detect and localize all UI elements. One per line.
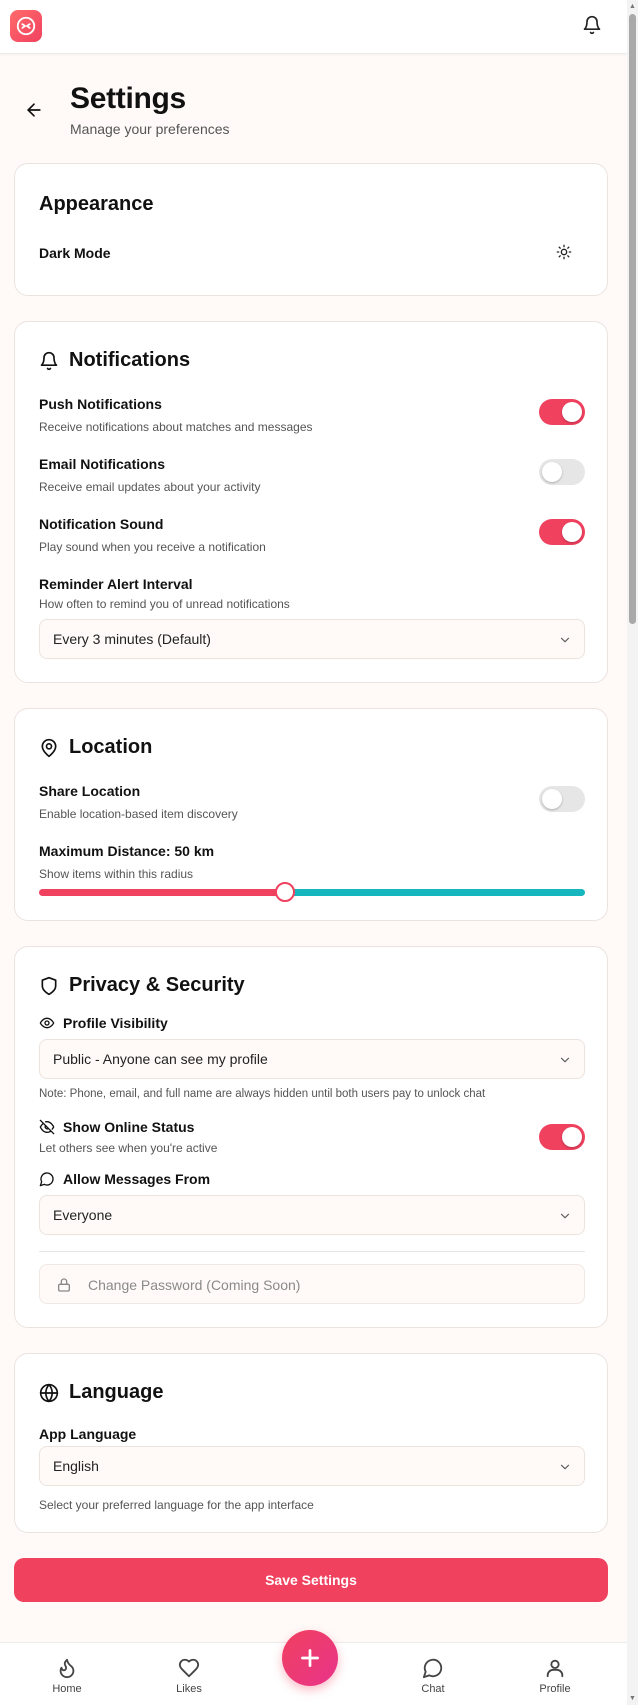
scroll-down-arrow[interactable]: ▼ [628, 1694, 637, 1703]
toggle-knob [562, 402, 582, 422]
online-status-desc: Let others see when you're active [39, 1141, 218, 1155]
plus-icon [301, 1649, 319, 1667]
reminder-interval-desc: How often to remind you of unread notifi… [39, 597, 290, 611]
add-item-button[interactable] [282, 1630, 338, 1686]
lock-icon [58, 1278, 70, 1292]
heart-icon [178, 1658, 200, 1678]
chat-bubble-icon [422, 1658, 443, 1679]
push-notifications-desc: Receive notifications about matches and … [39, 420, 313, 434]
save-settings-button[interactable]: Save Settings [14, 1558, 608, 1602]
flame-icon [59, 1658, 75, 1679]
shield-icon [41, 976, 57, 995]
share-location-toggle[interactable] [539, 786, 585, 812]
page-header: Settings Manage your preferences [0, 80, 627, 140]
toggle-knob [542, 789, 562, 809]
top-bar [0, 0, 627, 54]
language-title: Language [39, 1381, 163, 1404]
back-arrow-icon[interactable] [24, 100, 44, 120]
language-card: Language App Language English Select you… [14, 1353, 608, 1533]
app-logo[interactable] [10, 10, 42, 42]
notification-sound-toggle[interactable] [539, 519, 585, 545]
allow-messages-row: Allow Messages From [39, 1171, 210, 1187]
user-icon [546, 1659, 564, 1678]
slider-track-filled [39, 889, 285, 896]
slider-track-remaining [285, 889, 585, 896]
sun-icon[interactable] [556, 244, 572, 260]
chevron-down-icon [560, 1057, 570, 1063]
app-language-label: App Language [39, 1426, 137, 1442]
max-distance-desc: Show items within this radius [39, 867, 194, 881]
appearance-card: Appearance Dark Mode [14, 163, 608, 296]
slider-thumb[interactable] [275, 882, 295, 902]
eye-icon [39, 1017, 55, 1029]
location-card: Location Share Location Enable location-… [14, 708, 608, 921]
scrollbar-thumb[interactable] [629, 14, 636, 624]
online-status-toggle[interactable] [539, 1124, 585, 1150]
nav-home-label: Home [52, 1683, 82, 1695]
notification-sound-label: Notification Sound [39, 516, 164, 532]
scroll-up-arrow[interactable]: ▲ [628, 2, 637, 11]
bell-icon [40, 351, 58, 370]
profile-visibility-label: Profile Visibility [63, 1015, 168, 1031]
allow-messages-label: Allow Messages From [63, 1171, 211, 1187]
appearance-title: Appearance [39, 193, 154, 215]
max-distance-label: Maximum Distance: 50 km [39, 843, 215, 859]
chevron-down-icon [560, 637, 570, 643]
message-circle-icon [39, 1172, 54, 1187]
allow-messages-value: Everyone [53, 1207, 113, 1223]
eye-off-icon [39, 1119, 55, 1135]
privacy-note: Note: Phone, email, and full name are al… [39, 1088, 486, 1100]
reminder-interval-select[interactable]: Every 3 minutes (Default) [39, 619, 585, 659]
online-status-row: Show Online Status [39, 1119, 194, 1135]
allow-messages-select[interactable]: Everyone [39, 1195, 585, 1235]
app-language-value: English [53, 1458, 99, 1474]
privacy-divider [39, 1251, 585, 1252]
email-notifications-label: Email Notifications [39, 456, 166, 472]
share-location-label: Share Location [39, 783, 141, 799]
nav-chat-label: Chat [421, 1683, 445, 1695]
notifications-title: Notifications [39, 349, 190, 372]
app-language-select[interactable]: English [39, 1446, 585, 1486]
location-title: Location [39, 736, 152, 759]
page-subtitle: Manage your preferences [70, 121, 230, 137]
nav-likes[interactable]: Likes [159, 1657, 219, 1695]
profile-visibility-value: Public - Anyone can see my profile [53, 1051, 268, 1067]
profile-visibility-row: Profile Visibility [39, 1015, 168, 1031]
privacy-card: Privacy & Security Profile Visibility Pu… [14, 946, 608, 1328]
dark-mode-label: Dark Mode [39, 245, 111, 261]
share-location-desc: Enable location-based item discovery [39, 807, 238, 821]
reminder-interval-value: Every 3 minutes (Default) [53, 631, 211, 647]
notifications-bell-icon[interactable] [582, 15, 602, 35]
nav-chat[interactable]: Chat [403, 1657, 463, 1695]
email-notifications-toggle[interactable] [539, 459, 585, 485]
map-pin-icon [41, 738, 57, 757]
logo-icon [16, 16, 36, 36]
toggle-knob [562, 1127, 582, 1147]
online-status-label: Show Online Status [63, 1119, 195, 1135]
push-notifications-toggle[interactable] [539, 399, 585, 425]
app-root: Settings Manage your preferences Appeara… [0, 0, 627, 1705]
toggle-knob [542, 462, 562, 482]
profile-visibility-select[interactable]: Public - Anyone can see my profile [39, 1039, 585, 1079]
push-notifications-label: Push Notifications [39, 396, 162, 412]
globe-icon [39, 1383, 59, 1402]
page-title: Settings [70, 82, 186, 115]
change-password-text: Change Password (Coming Soon) [88, 1277, 301, 1293]
nav-home[interactable]: Home [37, 1657, 97, 1695]
app-language-desc: Select your preferred language for the a… [39, 1498, 314, 1512]
chevron-down-icon [560, 1464, 570, 1470]
notification-sound-desc: Play sound when you receive a notificati… [39, 540, 266, 554]
nav-profile-label: Profile [539, 1683, 571, 1695]
reminder-interval-label: Reminder Alert Interval [39, 576, 193, 592]
notifications-card: Notifications Push Notifications Receive… [14, 321, 608, 683]
nav-profile[interactable]: Profile [525, 1657, 585, 1695]
nav-likes-label: Likes [176, 1683, 202, 1695]
email-notifications-desc: Receive email updates about your activit… [39, 480, 261, 494]
toggle-knob [562, 522, 582, 542]
chevron-down-icon [560, 1213, 570, 1219]
change-password-field[interactable]: Change Password (Coming Soon) [39, 1264, 585, 1304]
privacy-title: Privacy & Security [39, 974, 245, 997]
scrollbar[interactable]: ▲ ▼ [627, 0, 638, 1705]
